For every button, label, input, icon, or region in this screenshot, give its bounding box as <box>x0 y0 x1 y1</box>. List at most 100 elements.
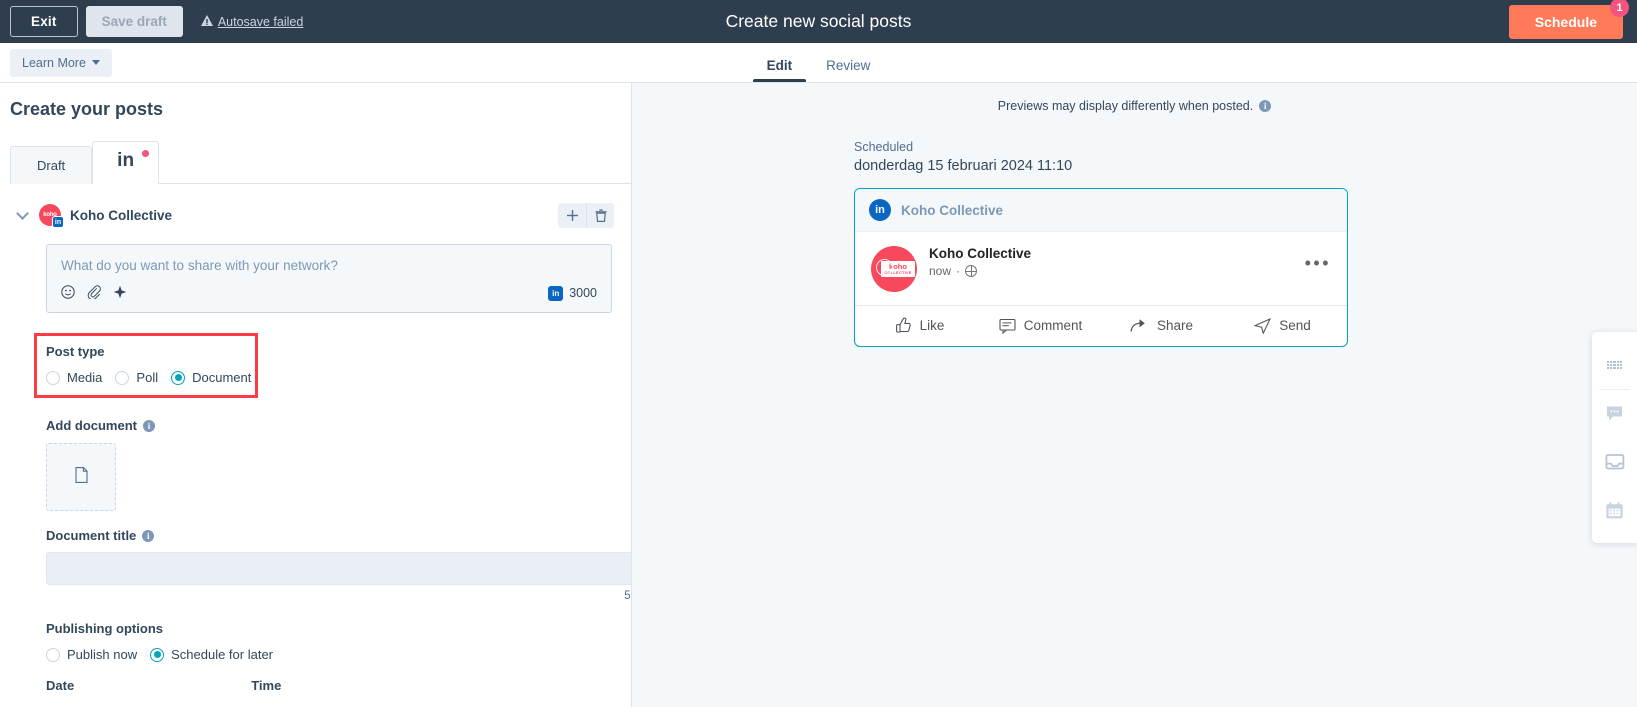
main-tabs: Edit Review <box>0 43 1637 82</box>
inbox-tray-icon[interactable] <box>1592 438 1637 486</box>
send-paper-plane-icon <box>1254 317 1272 334</box>
preview-disclaimer-text: Previews may display differently when po… <box>997 99 1254 113</box>
share-arrow-icon <box>1130 318 1149 333</box>
linkedin-badge-icon: in <box>548 285 564 301</box>
preview-author-name: Koho Collective <box>929 246 1032 261</box>
comment-button[interactable]: Comment <box>980 317 1101 334</box>
document-dropzone[interactable] <box>46 443 116 511</box>
preview-author-sub: now · <box>929 264 1031 278</box>
preview-disclaimer: Previews may display differently when po… <box>632 83 1637 113</box>
ellipsis-icon[interactable]: ••• <box>1305 254 1331 272</box>
unsaved-changes-dot <box>142 150 150 157</box>
document-title-char-count: 58 <box>624 590 631 602</box>
preview-author-meta: Koho Collective now · <box>929 246 1031 278</box>
editor-pane: Create your posts Draft in koho in Koho … <box>0 83 632 707</box>
like-button[interactable]: Like <box>859 317 980 334</box>
send-label: Send <box>1279 318 1311 333</box>
emoji-icon[interactable] <box>61 285 75 301</box>
drag-grip-dots <box>1607 360 1622 370</box>
autosave-status[interactable]: Autosave failed <box>200 14 303 29</box>
time-label: Time <box>251 678 282 693</box>
save-draft-button[interactable]: Save draft <box>85 6 183 37</box>
plus-icon[interactable] <box>558 202 586 228</box>
radio-media-label: Media <box>67 370 103 385</box>
share-button[interactable]: Share <box>1101 317 1222 334</box>
trash-icon[interactable] <box>586 202 614 228</box>
info-icon[interactable]: i <box>142 529 155 542</box>
character-limit-value: 3000 <box>569 286 597 300</box>
radio-media[interactable] <box>46 370 60 385</box>
document-title-label-text: Document title <box>46 528 137 543</box>
account-row: koho in Koho Collective <box>16 202 614 228</box>
thumbs-up-icon <box>895 317 912 334</box>
account-name: Koho Collective <box>70 207 173 223</box>
datetime-headers: Date Time <box>46 678 631 693</box>
sub-nav-bar: Learn More Edit Review <box>0 43 1637 83</box>
preview-card-actions: Like Comment Share Send <box>855 305 1347 346</box>
send-button[interactable]: Send <box>1222 317 1343 334</box>
linkedin-badge-icon: in <box>52 216 64 228</box>
network-tab-linkedin[interactable]: in <box>92 141 160 184</box>
autosave-label[interactable]: Autosave failed <box>218 15 303 29</box>
add-document-section: Add document i <box>46 418 631 511</box>
paperclip-icon[interactable] <box>87 285 101 301</box>
drag-grip-icon[interactable] <box>1592 341 1637 389</box>
globe-icon <box>965 265 978 277</box>
page-title: Create your posts <box>10 99 164 119</box>
exit-button[interactable]: Exit <box>10 6 78 37</box>
publish-option-now[interactable]: Publish now <box>46 647 137 662</box>
body-split: Create your posts Draft in koho in Koho … <box>0 83 1637 707</box>
schedule-count-badge: 1 <box>1610 0 1629 17</box>
publish-option-schedule[interactable]: Schedule for later <box>150 647 273 662</box>
composer-toolbar: in 3000 <box>47 273 611 312</box>
preview-card-body: koho COLLECTIVE Koho Collective now · ••… <box>855 232 1347 305</box>
calendar-icon[interactable] <box>1592 486 1637 534</box>
document-title-label: Document title i <box>46 528 631 543</box>
tab-edit[interactable]: Edit <box>752 58 806 82</box>
publishing-options-label: Publishing options <box>46 621 163 636</box>
radio-document[interactable] <box>171 370 186 385</box>
document-icon <box>74 467 88 487</box>
preview-header-account: Koho Collective <box>901 202 1004 218</box>
post-type-option-poll[interactable]: Poll <box>115 370 158 385</box>
scheduled-datetime: donderdag 15 februari 2024 11:10 <box>854 158 1073 174</box>
top-bar: Exit Save draft Autosave failed Create n… <box>0 0 1637 43</box>
character-limit: in 3000 <box>548 285 597 301</box>
info-icon[interactable]: i <box>143 419 155 432</box>
composer-placeholder: What do you want to share with your netw… <box>61 258 338 273</box>
dot-separator: · <box>956 264 961 278</box>
preview-timestamp: now <box>929 264 952 278</box>
network-tabs: Draft in <box>10 141 631 184</box>
chat-bubble-icon[interactable] <box>1592 390 1637 438</box>
radio-publish-now-label: Publish now <box>67 647 138 662</box>
post-type-radios: Media Poll Document <box>46 370 251 385</box>
post-type-group: Post type Media Poll Document <box>34 333 258 398</box>
post-composer[interactable]: What do you want to share with your netw… <box>46 244 612 313</box>
post-type-label: Post type <box>46 344 105 359</box>
account-actions <box>558 202 614 228</box>
collapse-chevron-icon[interactable] <box>16 206 29 220</box>
tab-review[interactable]: Review <box>826 58 870 82</box>
avatar: koho COLLECTIVE <box>871 246 917 292</box>
post-type-option-media[interactable]: Media <box>46 370 102 385</box>
document-title-input[interactable] <box>46 552 631 585</box>
post-type-option-document[interactable]: Document <box>171 370 251 385</box>
warning-triangle-icon <box>200 14 213 29</box>
preview-pane: Previews may display differently when po… <box>632 83 1637 707</box>
preview-card-header: in Koho Collective <box>855 189 1347 232</box>
radio-publish-now[interactable] <box>46 647 60 662</box>
schedule-button[interactable]: Schedule <box>1508 5 1623 39</box>
radio-schedule-later-label: Schedule for later <box>171 647 274 662</box>
comment-label: Comment <box>1023 318 1083 333</box>
sparkle-ai-icon[interactable] <box>113 285 127 301</box>
avatar-ring <box>876 259 893 276</box>
radio-poll[interactable] <box>115 370 130 385</box>
scheduled-info: Scheduled donderdag 15 februari 2024 11:… <box>854 140 1637 174</box>
network-tab-draft[interactable]: Draft <box>10 146 93 184</box>
publishing-options-group: Publishing options Publish now Schedule … <box>46 621 631 693</box>
info-icon[interactable]: i <box>1259 100 1272 112</box>
linkedin-preview-card: in Koho Collective koho COLLECTIVE Koho … <box>854 188 1348 347</box>
date-label: Date <box>46 678 75 693</box>
radio-schedule-later[interactable] <box>150 647 165 662</box>
linkedin-icon: in <box>117 150 135 171</box>
